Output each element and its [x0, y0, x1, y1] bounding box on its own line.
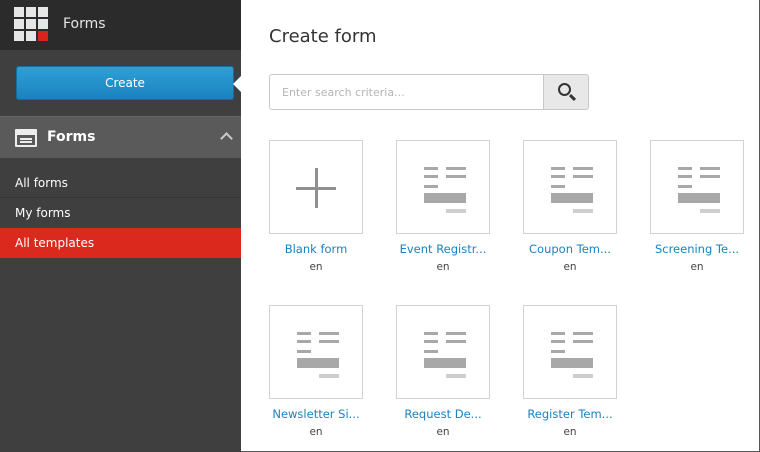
- form-template-icon: [297, 332, 339, 380]
- template-language: en: [563, 426, 577, 438]
- template-name[interactable]: Newsletter Si...: [261, 407, 371, 421]
- form-template-icon: [424, 332, 466, 380]
- app-title: Forms: [63, 16, 106, 32]
- template-thumbnail[interactable]: [523, 140, 617, 234]
- sidebar-item-all-forms[interactable]: All forms: [0, 168, 241, 198]
- form-template-icon: [678, 167, 720, 215]
- app-grid-logo-icon[interactable]: [14, 7, 48, 41]
- template-language: en: [436, 261, 450, 273]
- template-name[interactable]: Register Tem...: [515, 407, 625, 421]
- create-button[interactable]: Create: [16, 66, 234, 100]
- search-button[interactable]: [543, 74, 589, 110]
- template-card-blank[interactable]: Blank form en: [269, 140, 379, 280]
- template-language: en: [436, 426, 450, 438]
- form-window-icon: [15, 129, 37, 147]
- template-name[interactable]: Request De...: [388, 407, 498, 421]
- sidebar-item-my-forms[interactable]: My forms: [0, 198, 241, 228]
- template-card[interactable]: Request De... en: [396, 305, 506, 445]
- search-input[interactable]: [269, 74, 544, 110]
- sidebar: Forms Create Forms All forms My forms Al…: [0, 0, 241, 452]
- template-name[interactable]: Event Registr...: [388, 242, 498, 256]
- form-template-icon: [424, 167, 466, 215]
- template-language: en: [563, 261, 577, 273]
- form-template-icon: [551, 332, 593, 380]
- template-language: en: [309, 426, 323, 438]
- template-name[interactable]: Screening Te...: [642, 242, 752, 256]
- create-pointer-arrow: [233, 76, 241, 92]
- chevron-up-icon[interactable]: [220, 132, 233, 145]
- template-thumbnail[interactable]: [269, 140, 363, 234]
- top-bar: Forms: [0, 0, 241, 50]
- template-card[interactable]: Coupon Tem... en: [523, 140, 633, 280]
- template-thumbnail[interactable]: [650, 140, 744, 234]
- template-thumbnail[interactable]: [523, 305, 617, 399]
- template-name[interactable]: Coupon Tem...: [515, 242, 625, 256]
- template-thumbnail[interactable]: [396, 305, 490, 399]
- template-card[interactable]: Screening Te... en: [650, 140, 760, 280]
- template-language: en: [309, 261, 323, 273]
- forms-section-header[interactable]: Forms: [0, 116, 241, 158]
- main-panel: Create form Blank form en Event Registr.…: [241, 0, 760, 452]
- search-bar: [269, 74, 589, 110]
- template-name[interactable]: Blank form: [261, 242, 371, 256]
- template-thumbnail[interactable]: [269, 305, 363, 399]
- section-title: Forms: [47, 129, 96, 145]
- template-thumbnail[interactable]: [396, 140, 490, 234]
- form-template-icon: [551, 167, 593, 215]
- template-card[interactable]: Register Tem... en: [523, 305, 633, 445]
- template-language: en: [690, 261, 704, 273]
- page-title: Create form: [269, 26, 377, 47]
- template-card[interactable]: Event Registr... en: [396, 140, 506, 280]
- template-card[interactable]: Newsletter Si... en: [269, 305, 379, 445]
- sidebar-item-all-templates[interactable]: All templates: [0, 228, 241, 258]
